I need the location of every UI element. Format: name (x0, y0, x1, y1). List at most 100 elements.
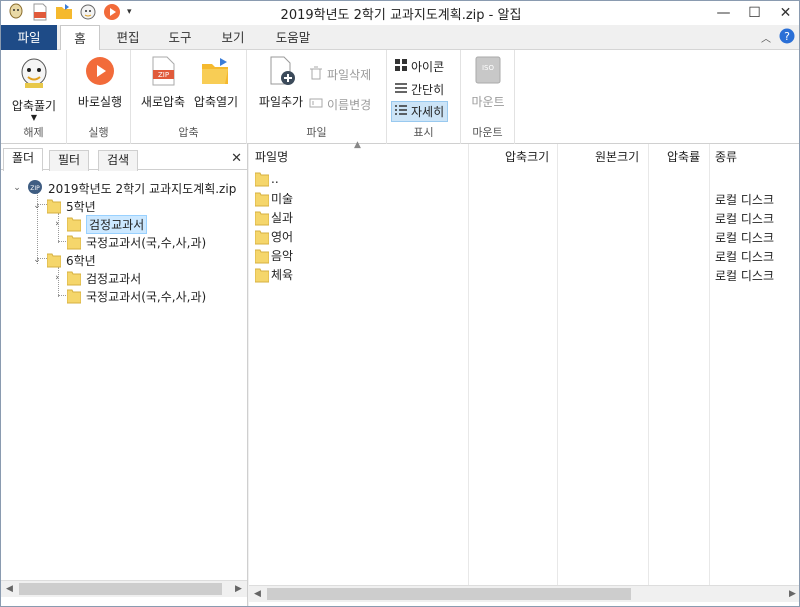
rename-button[interactable]: 이름변경 (309, 96, 371, 113)
group-run: 바로실행 실행 (67, 50, 131, 144)
run-button[interactable]: 바로실행 (73, 56, 127, 110)
expand-icon[interactable]: › (51, 273, 63, 283)
folder-icon (255, 172, 269, 187)
tree-label-grade5-authorized: 검정교과서 (86, 214, 148, 234)
tab-help[interactable]: 도움말 (264, 25, 322, 50)
tab-file[interactable]: 파일 (1, 25, 57, 50)
collapse-ribbon-icon[interactable]: ︿ (761, 30, 771, 45)
column-header-name[interactable]: 파일명 (255, 144, 288, 170)
file-kind: 로컬 디스크 (715, 250, 775, 264)
file-name-cell: 미술 (255, 190, 293, 207)
tab-tools[interactable]: 도구 (157, 25, 203, 50)
new-zip-label: 새로압축 (140, 95, 186, 109)
left-horizontal-scrollbar[interactable]: ◀ ▶ (1, 580, 247, 597)
expand-icon[interactable]: › (51, 219, 63, 229)
tab-home[interactable]: 홈 (60, 25, 100, 51)
delete-file-label: 파일삭제 (327, 68, 372, 82)
column-header-original-size[interactable]: 원본크기 (595, 144, 639, 170)
left-pane-tabs: 폴더 필터 검색 ✕ (1, 148, 248, 171)
extract-dropdown-icon[interactable]: ▼ (7, 114, 61, 122)
tree-label-grade6: 6학년 (66, 253, 96, 268)
list-item[interactable]: 실과 로컬 디스크 (249, 208, 799, 227)
file-kind: 로컬 디스크 (715, 212, 775, 226)
delete-file-button[interactable]: 파일삭제 (309, 66, 371, 83)
new-zip-button[interactable]: ZIP 새로압축 (137, 56, 189, 110)
tab-filter[interactable]: 필터 (49, 150, 90, 171)
collapse-icon[interactable]: ⌄ (31, 255, 43, 265)
left-pane: 폴더 필터 검색 ✕ ⌄ ZIP 2019학년도 2학기 교과지도계획.zip (1, 144, 248, 606)
tree-node-grade5[interactable]: ⌄ 5학년 (31, 197, 96, 215)
list-item[interactable]: 영어 로컬 디스크 (249, 227, 799, 246)
close-pane-button[interactable]: ✕ (231, 151, 242, 166)
file-kind: 로컬 디스크 (715, 193, 775, 207)
list-item[interactable]: .. (249, 170, 799, 189)
folder-icon (67, 235, 81, 250)
group-label-run: 실행 (88, 126, 109, 139)
group-display: 아이콘 간단히 자세히 표시 (387, 50, 461, 144)
extract-mascot-icon (7, 56, 61, 93)
list-item[interactable]: 음악 로컬 디스크 (249, 246, 799, 265)
minimize-button[interactable]: — (708, 1, 739, 25)
tab-edit[interactable]: 편집 (105, 25, 151, 50)
scroll-thumb[interactable] (19, 583, 222, 595)
collapse-icon[interactable]: ⌄ (11, 183, 23, 193)
group-file: 파일추가 파일삭제 이름변경 파일 (247, 50, 387, 144)
column-header-compressed-size[interactable]: 압축크기 (505, 144, 549, 170)
zip-archive-icon: ZIP (27, 179, 43, 198)
window-controls: — ☐ ✕ (708, 1, 799, 25)
tree-label-grade5-national: 국정교과서(국,수,사,과) (86, 235, 207, 250)
tree-node-root[interactable]: ⌄ ZIP 2019학년도 2학기 교과지도계획.zip (11, 179, 236, 197)
tree-label-grade6-authorized: 검정교과서 (86, 271, 142, 286)
file-name-cell: 영어 (255, 228, 293, 245)
right-horizontal-scrollbar[interactable]: ◀ ▶ (249, 585, 799, 602)
scroll-left-icon[interactable]: ◀ (1, 581, 18, 597)
run-label: 바로실행 (77, 95, 123, 109)
file-name-cell: 체육 (255, 266, 293, 283)
group-label-file: 파일 (306, 126, 327, 139)
folder-icon (67, 217, 81, 232)
tree-node-grade5-authorized[interactable]: › 검정교과서 (51, 214, 148, 234)
tab-view[interactable]: 보기 (210, 25, 256, 50)
extract-button[interactable]: 압축풀기 ▼ (7, 56, 61, 122)
zip-badge: ZIP (30, 185, 40, 192)
iso-label: ISO (482, 64, 495, 72)
help-icon[interactable]: ? (779, 28, 795, 47)
scroll-thumb[interactable] (267, 588, 631, 600)
maximize-button[interactable]: ☐ (739, 1, 770, 25)
group-label-display: 표시 (413, 126, 434, 139)
view-simple-button[interactable]: 간단히 (395, 81, 444, 98)
list-item[interactable]: 체육 로컬 디스크 (249, 265, 799, 284)
tree-node-grade6-authorized[interactable]: › 검정교과서 (51, 269, 141, 287)
tree-node-grade6[interactable]: ⌄ 6학년 (31, 251, 96, 269)
view-simple-label: 간단히 (411, 83, 445, 97)
view-icon-button[interactable]: 아이콘 (395, 58, 444, 75)
file-kind: 로컬 디스크 (715, 231, 775, 245)
scroll-left-icon[interactable]: ◀ (249, 586, 266, 602)
column-header-kind[interactable]: 종류 (715, 144, 737, 170)
list-icon (395, 82, 407, 97)
tab-search[interactable]: 검색 (98, 150, 139, 171)
grid-icon (395, 59, 407, 74)
tab-folder[interactable]: 폴더 (3, 148, 44, 171)
scroll-right-icon[interactable]: ▶ (230, 581, 247, 597)
tree-label-grade5: 5학년 (66, 199, 96, 214)
group-label-extract: 해제 (23, 126, 44, 139)
svg-text:ZIP: ZIP (158, 71, 169, 79)
ribbon-tabs: 파일 홈 편집 도구 보기 도움말 ︿ ? (1, 25, 799, 51)
view-detail-button[interactable]: 자세히 (391, 101, 449, 122)
close-button[interactable]: ✕ (770, 1, 799, 25)
group-mount: ISO 마운트 마운트 (461, 50, 515, 144)
add-file-button[interactable]: 파일추가 (253, 56, 309, 110)
extract-label: 압축풀기 (11, 99, 57, 113)
file-name-cell: .. (255, 171, 279, 187)
column-header-ratio[interactable]: 압축률 (667, 144, 700, 170)
mount-label: 마운트 (471, 95, 505, 109)
folder-icon (255, 230, 269, 244)
tree-node-grade5-national[interactable]: 국정교과서(국,수,사,과) (67, 233, 206, 251)
open-zip-button[interactable]: 압축열기 (189, 56, 243, 110)
scroll-right-icon[interactable]: ▶ (784, 586, 799, 602)
collapse-icon[interactable]: ⌄ (31, 201, 43, 211)
list-item[interactable]: 미술 로컬 디스크 (249, 189, 799, 208)
mount-button[interactable]: ISO 마운트 (463, 56, 513, 110)
tree-node-grade6-national[interactable]: 국정교과서(국,수,사,과) (67, 287, 206, 305)
